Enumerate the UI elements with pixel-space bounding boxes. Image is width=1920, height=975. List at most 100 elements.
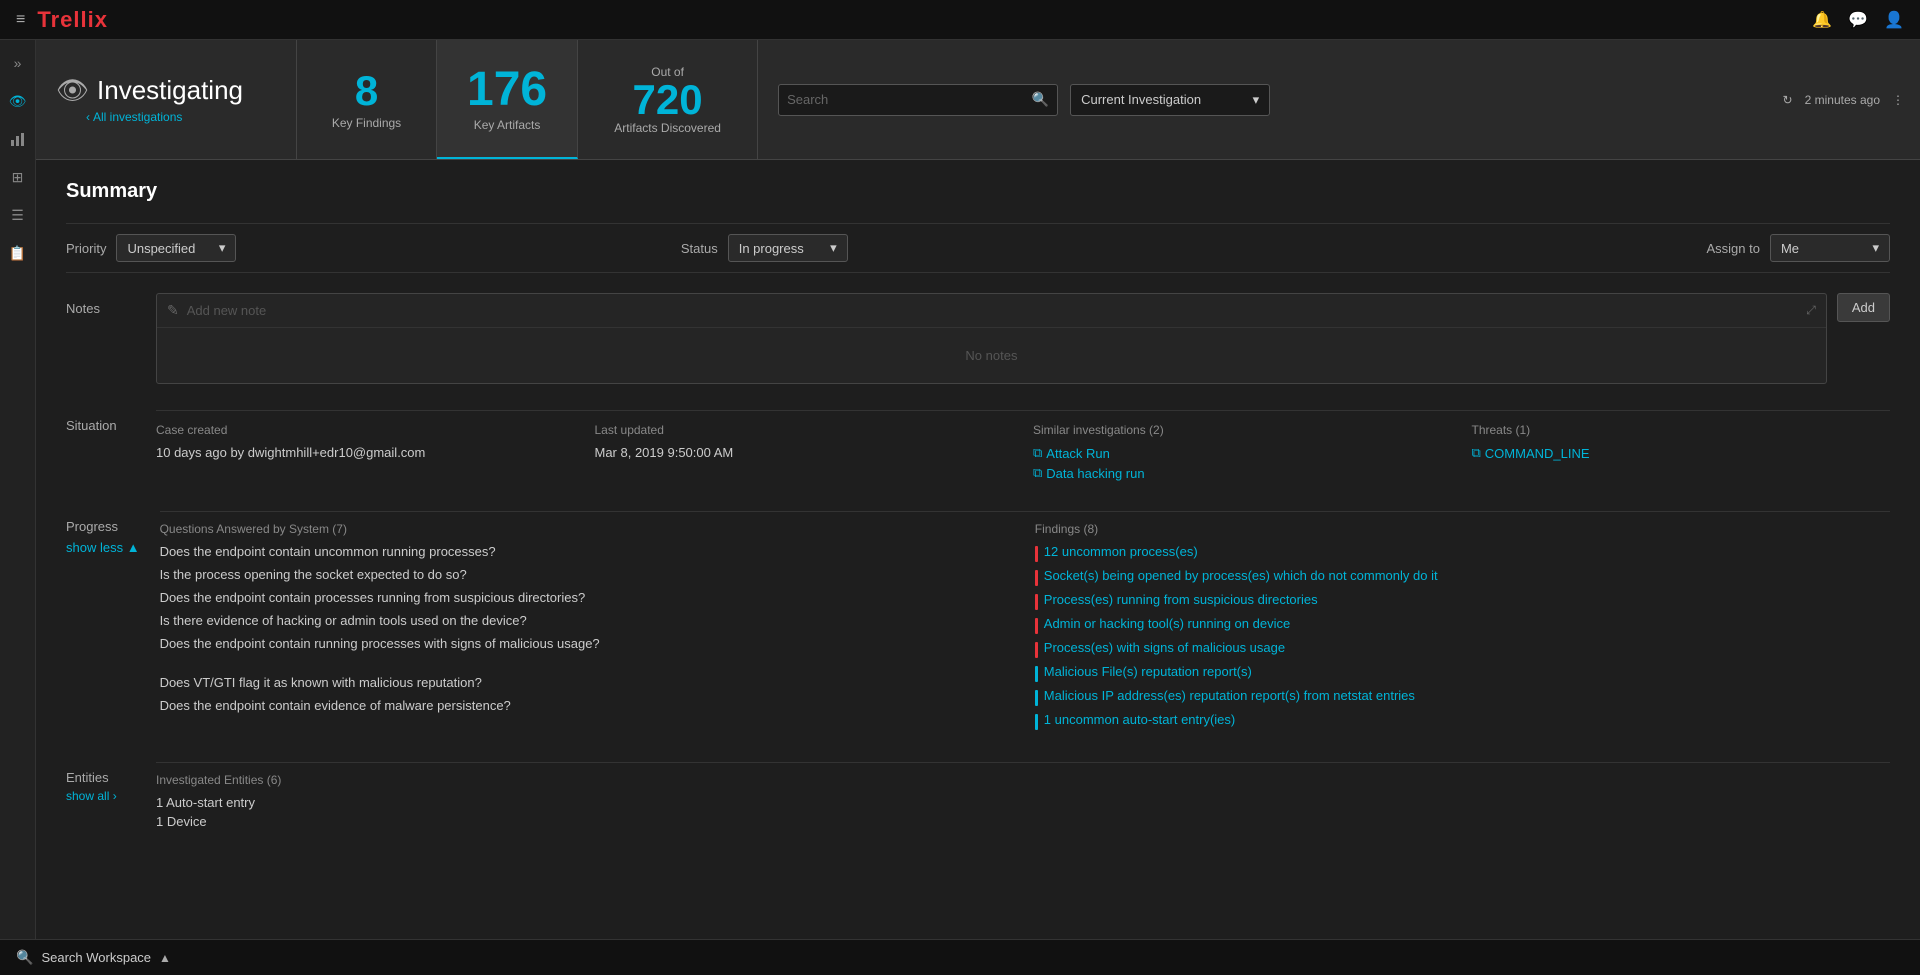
add-note-button[interactable]: Add [1837, 293, 1890, 322]
finding-1-bar [1035, 546, 1038, 562]
assign-value: Me [1781, 241, 1799, 256]
finding-7: Malicious IP address(es) reputation repo… [1035, 688, 1890, 706]
refresh-icon[interactable]: ↻ [1783, 93, 1793, 107]
finding-1-link[interactable]: 12 uncommon process(es) [1044, 544, 1198, 559]
notification-icon[interactable]: 🔔 [1812, 10, 1832, 30]
finding-6-bar [1035, 666, 1038, 682]
priority-label: Priority [66, 241, 106, 256]
status-label: Status [681, 241, 718, 256]
finding-8-bar [1035, 714, 1038, 730]
situation-section: Situation Case created 10 days ago by dw… [66, 410, 1890, 485]
similar-investigations-header: Similar investigations (2) [1033, 423, 1452, 437]
progress-title-label: Progress [66, 511, 140, 534]
sidebar-expand-icon[interactable]: » [3, 48, 33, 78]
assign-dropdown[interactable]: Me ▾ [1770, 234, 1890, 262]
command-line-ext-icon: ⧉ [1472, 445, 1481, 461]
finding-3-bar [1035, 594, 1038, 610]
notes-edit-icon: ✎ [167, 302, 179, 319]
status-dropdown[interactable]: In progress ▾ [728, 234, 848, 262]
last-updated-value: Mar 8, 2019 9:50:00 AM [595, 445, 1014, 460]
questions-header: Questions Answered by System (7) [160, 522, 1015, 536]
finding-3-link[interactable]: Process(es) running from suspicious dire… [1044, 592, 1318, 607]
all-investigations-link[interactable]: ‹ All investigations [86, 110, 276, 124]
finding-3: Process(es) running from suspicious dire… [1035, 592, 1890, 610]
status-chevron-icon: ▾ [830, 240, 837, 256]
search-filter-section: 🔍 Current Investigation ▾ [758, 84, 1782, 116]
notes-expand-icon: ⤢ [1806, 303, 1816, 318]
case-created-header: Case created [156, 423, 575, 437]
question-7: Does the endpoint contain evidence of ma… [160, 698, 1015, 713]
data-hacking-run-link[interactable]: ⧉ Data hacking run [1033, 465, 1452, 481]
sidebar-eye-icon[interactable]: 👁 [3, 86, 33, 116]
finding-1: 12 uncommon process(es) [1035, 544, 1890, 562]
progress-content: Questions Answered by System (7) Does th… [160, 511, 1890, 736]
situation-label: Situation [66, 410, 136, 485]
filter-label: Current Investigation [1081, 92, 1201, 107]
finding-7-link[interactable]: Malicious IP address(es) reputation repo… [1044, 688, 1415, 703]
question-6: Does VT/GTI flag it as known with malici… [160, 675, 1015, 690]
attack-run-ext-icon: ⧉ [1033, 445, 1042, 461]
filter-dropdown[interactable]: Current Investigation ▾ [1070, 84, 1270, 116]
finding-4: Admin or hacking tool(s) running on devi… [1035, 616, 1890, 634]
show-less-link[interactable]: show less ▲ [66, 540, 140, 555]
finding-6: Malicious File(s) reputation report(s) [1035, 664, 1890, 682]
finding-6-link[interactable]: Malicious File(s) reputation report(s) [1044, 664, 1252, 679]
finding-4-link[interactable]: Admin or hacking tool(s) running on devi… [1044, 616, 1290, 631]
notes-area[interactable]: ✎ Add new note ⤢ No notes [156, 293, 1827, 384]
finding-2: Socket(s) being opened by process(es) wh… [1035, 568, 1890, 586]
search-box[interactable]: 🔍 [778, 84, 1058, 116]
key-findings-panel[interactable]: 8 Key Findings [297, 40, 437, 159]
assign-label: Assign to [1706, 241, 1759, 256]
attack-run-link[interactable]: ⧉ Attack Run [1033, 445, 1452, 461]
artifacts-discovered-number: 720 [633, 79, 703, 121]
sidebar-grid-icon[interactable]: ⊞ [3, 162, 33, 192]
data-hacking-ext-icon: ⧉ [1033, 465, 1042, 481]
notes-empty-message: No notes [157, 328, 1826, 383]
priority-chevron-icon: ▾ [219, 240, 226, 256]
findings-header: Findings (8) [1035, 522, 1890, 536]
user-icon[interactable]: 👤 [1884, 10, 1904, 30]
question-3: Does the endpoint contain processes runn… [160, 590, 1015, 605]
finding-8: 1 uncommon auto-start entry(ies) [1035, 712, 1890, 730]
artifacts-discovered-label: Artifacts Discovered [614, 121, 721, 135]
search-input[interactable] [787, 92, 1032, 107]
priority-group: Priority Unspecified ▾ [66, 234, 236, 262]
header-bar: 👁 Investigating ‹ All investigations 8 K… [36, 40, 1920, 160]
sidebar-chart-icon[interactable] [3, 124, 33, 154]
situation-grid: Case created 10 days ago by dwightmhill+… [156, 410, 1890, 485]
hamburger-menu[interactable]: ≡ [16, 11, 25, 29]
key-findings-label: Key Findings [332, 116, 401, 130]
finding-5-bar [1035, 642, 1038, 658]
investigating-label: Investigating [97, 75, 243, 106]
investigating-section: 👁 Investigating ‹ All investigations [36, 75, 296, 124]
question-2: Is the process opening the socket expect… [160, 567, 1015, 582]
key-artifacts-panel[interactable]: 176 Key Artifacts [437, 40, 578, 159]
command-line-link[interactable]: ⧉ COMMAND_LINE [1472, 445, 1891, 461]
more-options-icon[interactable]: ⋮ [1892, 93, 1904, 107]
finding-5-link[interactable]: Process(es) with signs of malicious usag… [1044, 640, 1285, 655]
entity-2: 1 Device [156, 814, 1890, 829]
finding-8-link[interactable]: 1 uncommon auto-start entry(ies) [1044, 712, 1235, 727]
question-4: Is there evidence of hacking or admin to… [160, 613, 1015, 628]
bottom-bar[interactable]: 🔍 Search Workspace ▲ [0, 939, 1920, 975]
findings-col: Findings (8) 12 uncommon process(es) Soc… [1035, 522, 1890, 736]
finding-2-link[interactable]: Socket(s) being opened by process(es) wh… [1044, 568, 1438, 583]
questions-col: Questions Answered by System (7) Does th… [160, 522, 1015, 736]
finding-5: Process(es) with signs of malicious usag… [1035, 640, 1890, 658]
form-row: Priority Unspecified ▾ Status In progres… [66, 223, 1890, 273]
show-all-link[interactable]: show all › [66, 789, 136, 803]
filter-chevron-icon: ▾ [1253, 92, 1260, 108]
message-icon[interactable]: 💬 [1848, 10, 1868, 30]
sidebar-table-icon[interactable]: ☰ [3, 200, 33, 230]
key-artifacts-label: Key Artifacts [474, 118, 541, 132]
sidebar-book-icon[interactable]: 📋 [3, 238, 33, 268]
investigated-entities-header: Investigated Entities (6) [156, 773, 1890, 787]
assign-chevron-icon: ▾ [1872, 240, 1879, 256]
bottom-chevron-icon: ▲ [159, 951, 171, 965]
entities-content: Investigated Entities (6) 1 Auto-start e… [156, 762, 1890, 833]
progress-section: Progress show less ▲ Questions Answered … [66, 511, 1890, 736]
case-created-value: 10 days ago by dwightmhill+edr10@gmail.c… [156, 445, 575, 460]
priority-dropdown[interactable]: Unspecified ▾ [116, 234, 236, 262]
eye-header-icon: 👁 [56, 75, 89, 106]
last-updated-header: Last updated [595, 423, 1014, 437]
